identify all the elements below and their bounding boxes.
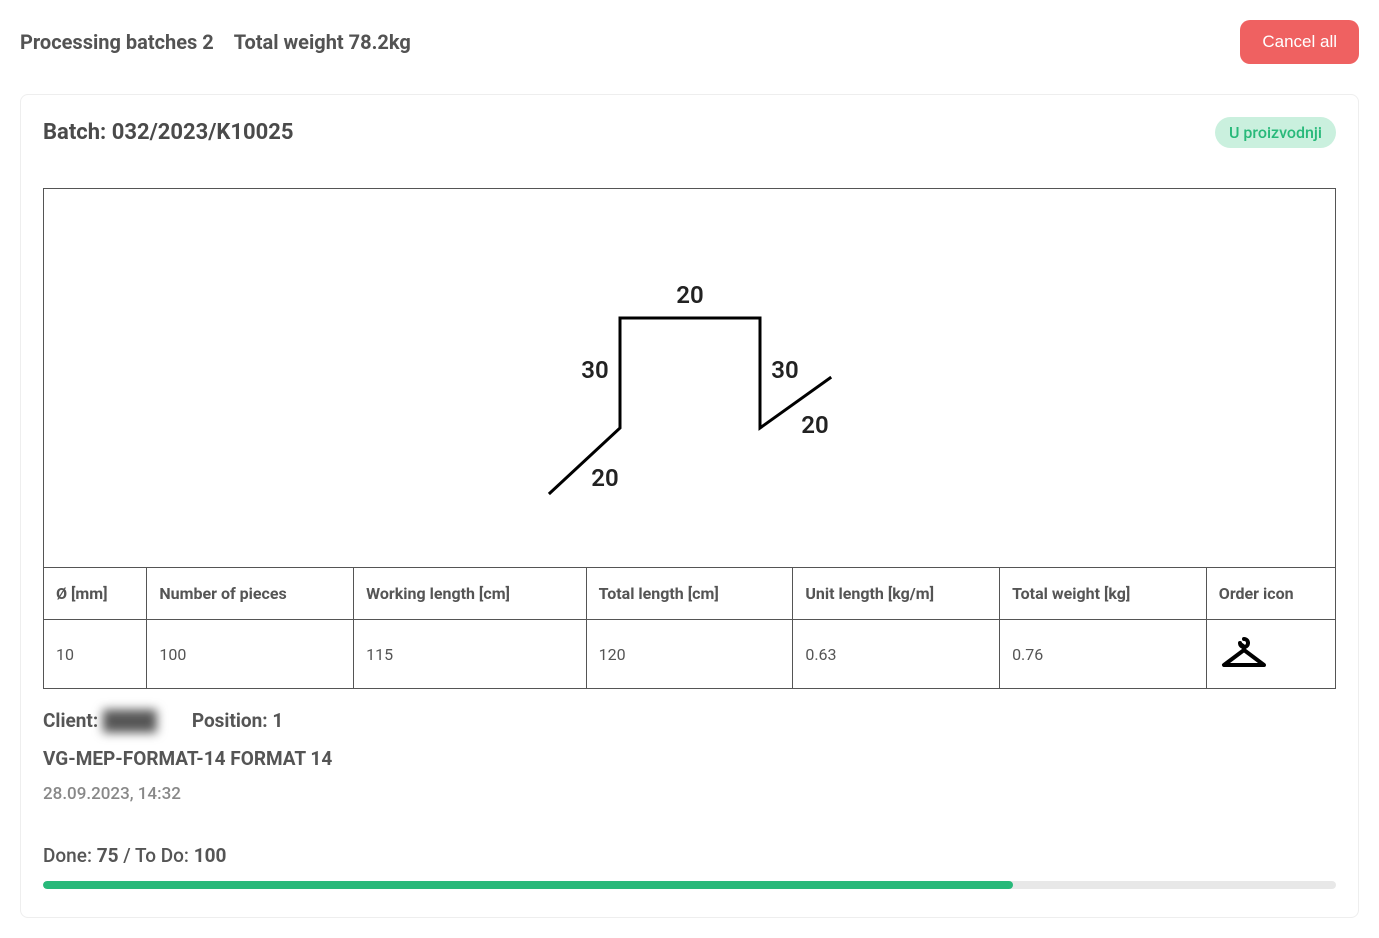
processing-count: 2 — [202, 30, 213, 54]
processing-label: Processing batches — [20, 30, 197, 54]
batch-card: Batch: 032/2023/K10025 U proizvodnji 20 … — [20, 94, 1359, 918]
cell-working-length: 115 — [354, 620, 587, 689]
client-value: ████ — [103, 709, 173, 733]
done-label: Done: — [43, 844, 92, 867]
batch-data-table: Ø [mm] Number of pieces Working length [… — [43, 567, 1336, 689]
timestamp: 28.09.2023, 14:32 — [43, 784, 1336, 804]
cell-diameter: 10 — [44, 620, 147, 689]
header-titles: Processing batches 2 Total weight 78.2kg — [20, 30, 411, 54]
progress-fill — [43, 881, 1013, 889]
total-weight-value: 78.2kg — [349, 30, 411, 54]
progress-sep: / — [123, 844, 130, 867]
batch-title: Batch: 032/2023/K10025 — [43, 120, 294, 145]
dim-top: 20 — [676, 281, 703, 309]
dim-left-vert: 30 — [581, 356, 608, 384]
batch-header-row: Batch: 032/2023/K10025 U proizvodnji — [43, 117, 1336, 148]
dim-right-vert: 30 — [771, 356, 798, 384]
total-weight-title: Total weight 78.2kg — [234, 30, 411, 54]
col-total-weight: Total weight [kg] — [1000, 568, 1207, 620]
table-row: 10 100 115 120 0.63 0.76 — [44, 620, 1336, 689]
processing-batches-title: Processing batches 2 — [20, 30, 214, 54]
progress-label: Done: 75 / To Do: 100 — [43, 844, 1336, 867]
dim-right-diag: 20 — [801, 411, 828, 439]
cell-total-weight: 0.76 — [1000, 620, 1207, 689]
todo-value: 100 — [194, 844, 227, 867]
position-label: Position: — [192, 709, 268, 732]
bend-shape-svg: 20 30 30 20 20 — [510, 248, 870, 508]
col-unit-length: Unit length [kg/m] — [793, 568, 1000, 620]
progress-bar — [43, 881, 1336, 889]
dim-left-diag: 20 — [591, 464, 618, 492]
client-position-line: Client: ████ Position: 1 — [43, 709, 1336, 733]
format-line: VG-MEP-FORMAT-14 FORMAT 14 — [43, 747, 1336, 770]
cell-total-length: 120 — [586, 620, 793, 689]
col-total-length: Total length [cm] — [586, 568, 793, 620]
position-value: 1 — [272, 709, 283, 732]
bend-diagram: 20 30 30 20 20 — [43, 188, 1336, 568]
col-diameter: Ø [mm] — [44, 568, 147, 620]
cell-order-icon — [1206, 620, 1335, 689]
done-value: 75 — [97, 844, 119, 867]
cell-unit-length: 0.63 — [793, 620, 1000, 689]
col-order-icon: Order icon — [1206, 568, 1335, 620]
page-header: Processing batches 2 Total weight 78.2kg… — [20, 20, 1359, 64]
batch-title-prefix: Batch: — [43, 120, 106, 145]
status-badge: U proizvodnji — [1215, 117, 1336, 148]
col-working-length: Working length [cm] — [354, 568, 587, 620]
table-header-row: Ø [mm] Number of pieces Working length [… — [44, 568, 1336, 620]
client-label: Client: — [43, 709, 98, 732]
col-pieces: Number of pieces — [147, 568, 354, 620]
todo-label: To Do: — [135, 844, 189, 867]
cell-pieces: 100 — [147, 620, 354, 689]
cancel-all-button[interactable]: Cancel all — [1240, 20, 1359, 64]
total-weight-label: Total weight — [234, 30, 344, 54]
meta-block: Client: ████ Position: 1 VG-MEP-FORMAT-1… — [43, 709, 1336, 889]
hanger-icon — [1219, 636, 1269, 672]
batch-id: 032/2023/K10025 — [112, 120, 294, 145]
